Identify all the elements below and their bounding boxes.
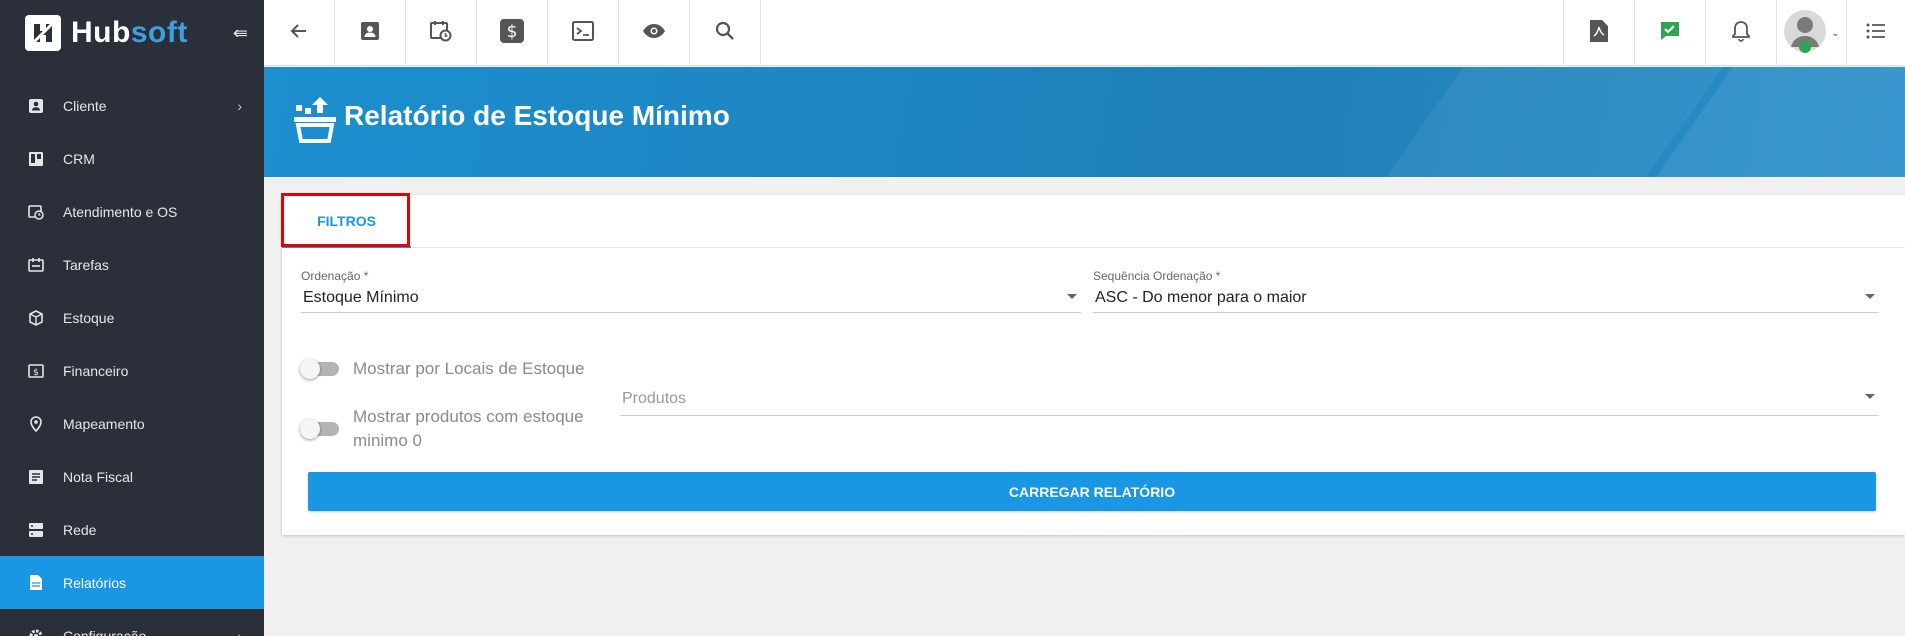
ordenacao-value: Estoque Mínimo — [303, 288, 419, 306]
tab-filtros[interactable]: FILTROS — [282, 195, 411, 248]
dropdown-arrow-icon — [1865, 294, 1875, 299]
toggle-locais-row: Mostrar por Locais de Estoque — [300, 357, 585, 381]
calendar-clock-icon — [430, 20, 452, 47]
user-menu-button[interactable]: ⌄ — [1776, 0, 1846, 66]
sequencia-value: ASC - Do menor para o maior — [1095, 288, 1307, 306]
sidebar-item-atendimento[interactable]: Atendimento e OS — [0, 185, 264, 238]
kanban-icon — [27, 150, 45, 168]
filters-card: FILTROS Ordenação * Estoque Mínimo Sequê… — [281, 193, 1905, 535]
eye-icon — [642, 23, 666, 44]
sidebar-item-label: Estoque — [63, 309, 115, 326]
chat-check-icon — [1659, 20, 1681, 47]
dropdown-arrow-icon — [1067, 294, 1077, 299]
search-icon — [715, 21, 735, 46]
calendar-clock-icon — [27, 203, 45, 221]
server-icon — [27, 521, 45, 539]
sidebar-item-nota-fiscal[interactable]: Nota Fiscal — [0, 450, 264, 503]
avatar — [1783, 9, 1827, 58]
produtos-field: Produtos — [620, 383, 1879, 416]
chevron-down-icon: ⌄ — [1831, 27, 1840, 39]
toggle-minimo-label: Mostrar produtos com estoque minimo 0 — [353, 407, 584, 450]
toggle-knob — [300, 359, 320, 379]
sidebar-item-tarefas[interactable]: Tarefas — [0, 238, 264, 291]
chevron-right-icon: › — [237, 97, 242, 114]
hubsoft-logo-icon — [25, 15, 61, 51]
menu-list-button[interactable] — [1846, 0, 1905, 66]
brand[interactable]: Hubsoft ⇚ — [0, 0, 264, 66]
contact-card-icon — [360, 21, 380, 46]
view-shortcut-button[interactable] — [619, 0, 690, 66]
svg-text:$: $ — [507, 22, 518, 42]
box-icon — [27, 309, 45, 327]
back-arrow-icon — [289, 21, 309, 46]
sequencia-select[interactable]: ASC - Do menor para o maior — [1093, 283, 1879, 313]
contact-card-icon — [27, 97, 45, 115]
toggle-knob — [300, 419, 320, 439]
sequencia-field: Sequência Ordenação * ASC - Do menor par… — [1093, 269, 1879, 313]
toggle-locais-switch[interactable] — [300, 359, 339, 379]
sidebar-item-label: Cliente — [63, 97, 107, 114]
bell-icon — [1731, 20, 1751, 47]
dollar-icon: $ — [500, 18, 524, 48]
map-pin-icon — [27, 415, 45, 433]
brand-name: Hubsoft — [71, 16, 188, 49]
svg-text:$: $ — [33, 368, 39, 378]
sidebar-item-rede[interactable]: Rede — [0, 503, 264, 556]
produtos-select[interactable]: Produtos — [620, 383, 1879, 416]
pdf-icon — [1590, 19, 1608, 47]
sidebar-item-label: Financeiro — [63, 362, 129, 379]
money-icon: $ — [27, 362, 45, 380]
receipt-icon — [27, 468, 45, 486]
sidebar-item-financeiro[interactable]: $ Financeiro — [0, 344, 264, 397]
back-button[interactable] — [264, 0, 335, 66]
basket-upload-icon — [294, 95, 336, 148]
notifications-button[interactable] — [1705, 0, 1776, 66]
sequencia-label: Sequência Ordenação * — [1093, 269, 1221, 283]
sidebar-item-label: Rede — [63, 521, 97, 538]
sidebar-item-label: Relatórios — [63, 574, 127, 591]
collapse-icon[interactable]: ⇚ — [233, 23, 248, 44]
search-button[interactable] — [690, 0, 761, 66]
atendimento-shortcut-button[interactable] — [406, 0, 477, 66]
toggle-minimo-row: Mostrar produtos com estoque minimo 0 — [300, 405, 593, 453]
gear-icon — [27, 627, 45, 636]
sidebar-item-label: Tarefas — [63, 256, 109, 273]
ordenacao-select[interactable]: Estoque Mínimo — [301, 283, 1081, 313]
sidebar-item-cliente[interactable]: Cliente › — [0, 79, 264, 132]
sidebar-item-label: CRM — [63, 150, 95, 167]
chat-button[interactable] — [1634, 0, 1705, 66]
ordenacao-label: Ordenação * — [301, 269, 369, 283]
chevron-right-icon: › — [237, 627, 242, 636]
sidebar-menu: Cliente › CRM Atendimento e OS Tarefas E… — [0, 79, 264, 636]
sidebar-item-configuracao[interactable]: Configuração › — [0, 609, 264, 636]
page-header-banner: Relatório de Estoque Mínimo — [264, 67, 1905, 177]
sidebar-item-crm[interactable]: CRM — [0, 132, 264, 185]
sidebar-item-label: Atendimento e OS — [63, 203, 178, 220]
toggle-locais-label: Mostrar por Locais de Estoque — [353, 359, 585, 378]
report-icon — [27, 574, 45, 592]
page-title: Relatório de Estoque Mínimo — [344, 100, 730, 131]
terminal-icon — [572, 20, 594, 46]
terminal-shortcut-button[interactable] — [548, 0, 619, 66]
toggle-minimo-switch[interactable] — [300, 419, 339, 439]
ordenacao-field: Ordenação * Estoque Mínimo — [301, 269, 1081, 313]
task-icon — [27, 256, 45, 274]
clientes-shortcut-button[interactable] — [335, 0, 406, 66]
sidebar: Hubsoft ⇚ Cliente › CRM Atendimento e OS… — [0, 0, 264, 636]
sidebar-item-label: Mapeamento — [63, 415, 145, 432]
sidebar-item-label: Nota Fiscal — [63, 468, 134, 485]
pdf-button[interactable] — [1563, 0, 1634, 66]
dropdown-arrow-icon — [1865, 394, 1875, 399]
carregar-relatorio-button[interactable]: CARREGAR RELATÓRIO — [308, 472, 1876, 511]
sidebar-item-mapeamento[interactable]: Mapeamento — [0, 397, 264, 450]
financeiro-shortcut-button[interactable]: $ — [477, 0, 548, 66]
tab-bar: FILTROS — [281, 193, 1905, 248]
topbar: $ ⌄ — [264, 0, 1905, 66]
sidebar-item-label: Configuração — [63, 627, 147, 636]
sidebar-item-relatorios[interactable]: Relatórios — [0, 556, 264, 609]
sidebar-item-estoque[interactable]: Estoque — [0, 291, 264, 344]
produtos-placeholder: Produtos — [622, 390, 687, 407]
list-icon — [1866, 23, 1886, 44]
